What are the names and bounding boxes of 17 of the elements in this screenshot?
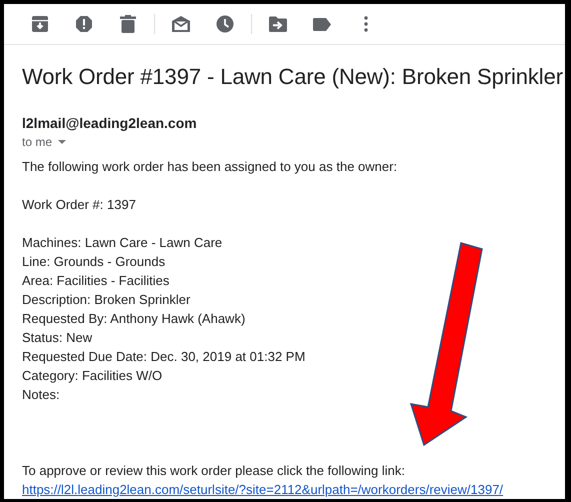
caret-icon [58, 140, 66, 144]
body-text: Description: Broken Sprinkler [22, 291, 192, 309]
body-text: Machines: Lawn Care - Lawn Care [22, 234, 224, 252]
body-text: Work Order #: 1397 [22, 196, 137, 214]
body-text: Area: Facilities - Facilities [22, 272, 170, 290]
body-text: Line: Grounds - Grounds [22, 253, 166, 271]
recipient-dropdown[interactable]: to me [22, 135, 66, 149]
body-text: Status: New [22, 329, 94, 347]
email-subject: Work Order #1397 - Lawn Care (New): Broken Sprinkler [22, 64, 564, 90]
body-text: The following work order has been assigned to you as the owner: [22, 158, 398, 176]
review-link[interactable]: https://l2l.leading2lean.com/seturlsite/?site=2112&urlpath=/workorders/review/1397/ [22, 480, 504, 499]
body-text: Notes: [22, 386, 61, 404]
body-text: Category: Facilities W/O [22, 367, 164, 385]
body-text: Requested By: Anthony Hawk (Ahawk) [22, 310, 246, 328]
sender-address: l2lmail@leading2lean.com [22, 115, 198, 131]
body-text: Requested Due Date: Dec. 30, 2019 at 01:32 PM [22, 348, 306, 366]
body-text: To approve or review this work order please click the following link: [22, 462, 406, 480]
